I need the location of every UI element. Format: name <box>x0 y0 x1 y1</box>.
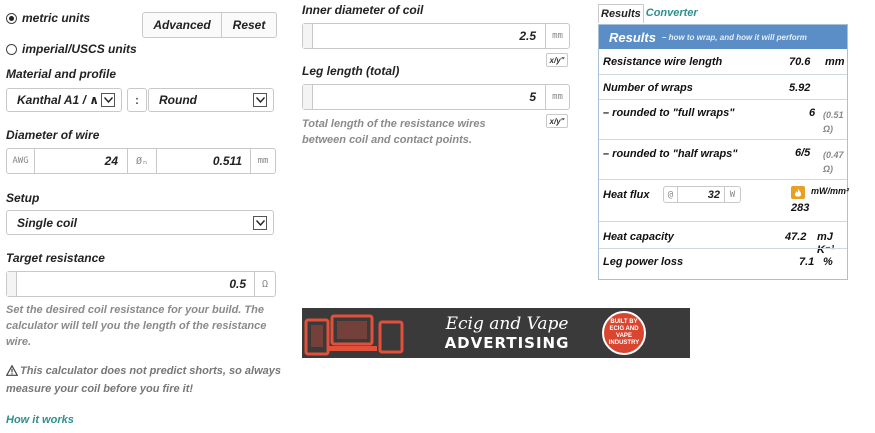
imperial-units-label: imperial/USCS units <box>22 42 137 56</box>
profile-select[interactable]: Round <box>148 88 274 112</box>
chevron-down-icon <box>253 93 267 107</box>
heat-flux-value: 283 <box>791 202 810 214</box>
ohm-unit-label: Ω <box>254 272 275 296</box>
watt-input[interactable]: 32 <box>678 187 724 202</box>
leg-length-input[interactable]: 5 <box>314 85 544 109</box>
leg-length-unit: mm <box>545 85 569 109</box>
wire-length-label: Resistance wire length <box>603 56 723 68</box>
inner-diameter-label: Inner diameter of coil <box>302 3 424 17</box>
row-full-wraps: – rounded to "full wraps" 6 (0.51 Ω) <box>599 99 847 139</box>
heat-flux-unit: mW/mm² <box>811 186 849 196</box>
leg-loss-unit: % <box>823 256 833 268</box>
watt-unit: W <box>724 187 740 202</box>
leg-length-scale-button[interactable]: x/y" <box>546 114 568 128</box>
ad-title: Ecig and Vape <box>445 313 569 334</box>
tab-converter[interactable]: Converter <box>644 4 700 23</box>
target-resistance-section-label: Target resistance <box>6 251 105 265</box>
diameter-unit-label: mm <box>250 149 275 173</box>
row-leg-loss: Leg power loss 7.1 % <box>599 248 847 273</box>
target-input-handle <box>7 272 17 296</box>
heat-flux-label: Heat flux <box>603 189 650 201</box>
full-wraps-label: – rounded to "full wraps" <box>603 107 735 119</box>
full-wraps-value: 6 <box>809 107 816 119</box>
results-panel: Results – how to wrap, and how it will p… <box>598 24 849 280</box>
setup-value: Single coil <box>17 215 78 230</box>
ad-badge-icon: BUILT BY ECIG AND VAPE INDUSTRY <box>602 311 646 355</box>
wire-length-value: 70.6 <box>789 56 811 68</box>
row-half-wraps: – rounded to "half wraps" 6/5 (0.47 Ω) <box>599 139 847 179</box>
setup-section-label: Setup <box>6 191 40 205</box>
how-it-works-link[interactable]: How it works <box>6 414 74 426</box>
inner-diameter-handle <box>303 24 313 48</box>
advanced-button[interactable]: Advanced <box>142 12 222 38</box>
shorts-warning-text: This calculator does not predict shorts,… <box>6 365 282 395</box>
half-wraps-value: 6/5 <box>795 147 811 159</box>
awg-unit-label: AWG <box>7 149 35 173</box>
at-symbol: @ <box>664 187 678 202</box>
inner-diameter-scale-button[interactable]: x/y" <box>546 53 568 67</box>
row-wraps: Number of wraps 5.92 <box>599 74 847 99</box>
ad-subtitle: ADVERTISING <box>444 333 570 352</box>
setup-select[interactable]: Single coil <box>6 210 274 235</box>
warning-icon <box>5 364 19 381</box>
profile-value: Round <box>159 93 197 107</box>
material-select[interactable]: Kanthal A1 / ∧ <box>6 88 122 112</box>
half-wraps-ohm: (0.47 Ω) <box>823 150 844 174</box>
diameter-input[interactable]: 0.511 <box>158 149 250 173</box>
leg-length-label: Leg length (total) <box>302 64 400 78</box>
heat-capacity-label: Heat capacity <box>603 231 674 243</box>
heat-flux-watt-group: @ 32 W <box>663 186 741 203</box>
reset-button[interactable]: Reset <box>221 12 277 38</box>
wraps-value: 5.92 <box>789 82 811 94</box>
tab-results[interactable]: Results <box>598 4 644 23</box>
awg-input[interactable]: 24 <box>36 149 126 173</box>
half-wraps-label: – rounded to "half wraps" <box>603 148 738 160</box>
results-title: Results <box>609 29 656 45</box>
results-subtitle: – how to wrap, and how it will perform <box>661 32 807 42</box>
results-header: Results – how to wrap, and how it will p… <box>599 25 847 49</box>
leg-length-hint: Total length of the resistance wires bet… <box>302 118 486 146</box>
diameter-symbol: Øₙ <box>127 149 157 173</box>
leg-loss-label: Leg power loss <box>603 256 684 268</box>
radio-selected-icon <box>6 12 17 24</box>
imperial-units-radio[interactable]: imperial/USCS units <box>6 42 137 56</box>
leg-length-handle <box>303 85 313 109</box>
row-heat-flux: Heat flux @ 32 W mW/mm² 283 <box>599 179 849 221</box>
chevron-down-icon <box>253 215 267 230</box>
row-wire-length: Resistance wire length 70.6 mm <box>599 49 847 74</box>
row-heat-capacity: Heat capacity 47.2 mJ K⁻¹ <box>599 221 847 256</box>
advertising-banner[interactable]: Ecig and Vape ADVERTISING BUILT BY ECIG … <box>302 308 690 358</box>
target-resistance-hint: Set the desired coil resistance for your… <box>6 304 267 348</box>
wire-length-unit: mm <box>825 56 845 68</box>
material-value: Kanthal A1 / ∧ <box>17 93 99 107</box>
inner-diameter-input[interactable]: 2.5 <box>314 24 544 48</box>
target-resistance-input[interactable]: 0.5 <box>18 272 254 296</box>
full-wraps-ohm: (0.51 Ω) <box>823 110 844 134</box>
leg-loss-value: 7.1 <box>799 256 815 268</box>
wraps-label: Number of wraps <box>603 82 693 94</box>
inner-diameter-unit: mm <box>545 24 569 48</box>
results-tabs: Results Converter <box>598 4 700 23</box>
metric-units-radio[interactable]: metric units <box>6 11 90 25</box>
devices-illustration-icon <box>302 308 412 358</box>
heat-capacity-value: 47.2 <box>785 231 807 243</box>
flame-icon[interactable] <box>791 186 805 199</box>
shorts-warning: This calculator does not predict shorts,… <box>5 363 286 397</box>
radio-unselected-icon <box>6 43 17 55</box>
material-separator: : <box>127 88 147 112</box>
metric-units-label: metric units <box>22 11 91 25</box>
wire-diameter-section-label: Diameter of wire <box>6 128 100 142</box>
material-section-label: Material and profile <box>6 67 117 81</box>
chevron-down-icon <box>101 93 115 107</box>
